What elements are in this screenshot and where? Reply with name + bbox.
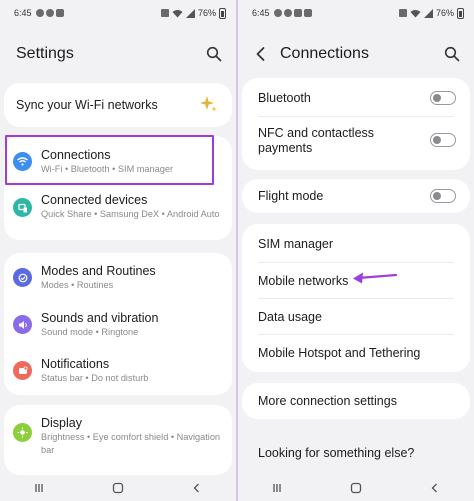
settings-item-sub: Modes • Routines	[41, 280, 114, 290]
settings-item-sub: Status bar • Do not disturb	[41, 373, 149, 383]
settings-item-modes[interactable]: Modes and Routines Modes • Routines	[4, 264, 232, 304]
settings-item-notifications[interactable]: Notifications Status bar • Do not distur…	[4, 357, 232, 397]
sync-wifi-card[interactable]: Sync your Wi-Fi networks	[4, 83, 232, 127]
more-settings-card: More connection settings	[242, 383, 470, 419]
battery-icon	[457, 7, 464, 19]
home-icon[interactable]	[112, 482, 124, 494]
search-icon[interactable]	[206, 46, 222, 62]
settings-item-connected-devices[interactable]: Connected devices Quick Share • Samsung …	[4, 193, 232, 237]
wireless-card: Bluetooth NFC and contactless payments	[242, 78, 470, 170]
sound-notif-card: Modes and Routines Modes • Routines Soun…	[4, 253, 232, 395]
battery-percent: 76%	[197, 8, 216, 18]
status-bar: 6:45 76%	[0, 0, 236, 26]
battery-percent: 76%	[435, 8, 454, 18]
nfc-label[interactable]: NFC and contactless payments	[258, 126, 410, 156]
more-connection-settings-label[interactable]: More connection settings	[258, 394, 456, 409]
sparkle-icon	[200, 96, 217, 112]
signal-icon	[423, 8, 433, 18]
signal-icon	[185, 8, 195, 18]
back-nav-icon[interactable]	[191, 482, 203, 494]
connections-highlight-box	[5, 135, 214, 185]
navigation-bar	[0, 475, 236, 501]
settings-item-sub: Brightness • Eye comfort shield • Naviga…	[41, 432, 221, 455]
alarm-icon	[398, 9, 407, 17]
bluetooth-toggle[interactable]	[430, 91, 456, 105]
system-icons: 76%	[160, 7, 226, 19]
recents-icon[interactable]	[33, 482, 45, 494]
devices-icon	[13, 198, 32, 217]
pointer-arrow-icon	[353, 272, 398, 284]
notification-icon	[13, 361, 32, 380]
notification-icons	[35, 9, 64, 17]
separator	[258, 298, 454, 299]
data-usage-label[interactable]: Data usage	[258, 310, 456, 325]
battery-icon	[219, 7, 226, 19]
settings-header: Settings	[0, 36, 236, 72]
connections-header: Connections	[238, 36, 474, 72]
brightness-icon	[13, 423, 32, 442]
home-icon[interactable]	[350, 482, 362, 494]
settings-item-label: Sounds and vibration	[41, 311, 159, 325]
settings-item-display[interactable]: Display Brightness • Eye comfort shield …	[4, 416, 232, 466]
search-icon[interactable]	[444, 46, 460, 62]
status-time: 6:45	[14, 8, 32, 18]
network-card: SIM manager Mobile networks Data usage M…	[242, 224, 470, 372]
notification-icons	[273, 9, 312, 17]
flight-mode-card: Flight mode	[242, 179, 470, 213]
status-time: 6:45	[252, 8, 270, 18]
settings-item-label: Notifications	[41, 357, 110, 371]
page-title: Connections	[280, 45, 369, 62]
settings-screen: 6:45 76% Settings Sync your Wi-Fi networ…	[0, 0, 236, 501]
flight-mode-label[interactable]: Flight mode	[258, 189, 456, 204]
settings-item-sub: Sound mode • Ringtone	[41, 327, 139, 337]
recents-icon[interactable]	[271, 482, 283, 494]
navigation-bar	[238, 475, 474, 501]
hotspot-label[interactable]: Mobile Hotspot and Tethering	[258, 346, 456, 361]
wifi-icon	[172, 9, 183, 17]
wifi-icon	[410, 9, 421, 17]
settings-item-sounds[interactable]: Sounds and vibration Sound mode • Ringto…	[4, 311, 232, 351]
flight-mode-toggle[interactable]	[430, 189, 456, 203]
back-arrow-icon[interactable]	[254, 45, 268, 63]
status-bar: 6:45 76%	[238, 0, 474, 26]
page-title: Settings	[16, 45, 74, 62]
system-icons: 76%	[398, 7, 464, 19]
separator	[258, 262, 454, 263]
display-card: Display Brightness • Eye comfort shield …	[4, 405, 232, 475]
bluetooth-label[interactable]: Bluetooth	[258, 91, 456, 106]
alarm-icon	[160, 9, 169, 17]
sim-manager-label[interactable]: SIM manager	[258, 237, 456, 252]
separator	[258, 334, 454, 335]
settings-item-label: Display	[41, 416, 82, 430]
back-nav-icon[interactable]	[429, 482, 441, 494]
settings-item-label: Modes and Routines	[41, 264, 156, 278]
settings-item-label: Connected devices	[41, 193, 148, 207]
volume-icon	[13, 315, 32, 334]
sync-wifi-label: Sync your Wi-Fi networks	[16, 98, 158, 112]
looking-for-something-else: Looking for something else?	[258, 446, 415, 460]
nfc-toggle[interactable]	[430, 133, 456, 147]
separator	[258, 116, 454, 117]
connections-screen: 6:45 76% Connections Bluetooth NFC and c…	[238, 0, 474, 501]
check-circle-icon	[13, 268, 32, 287]
settings-item-sub: Quick Share • Samsung DeX • Android Auto	[41, 209, 220, 219]
